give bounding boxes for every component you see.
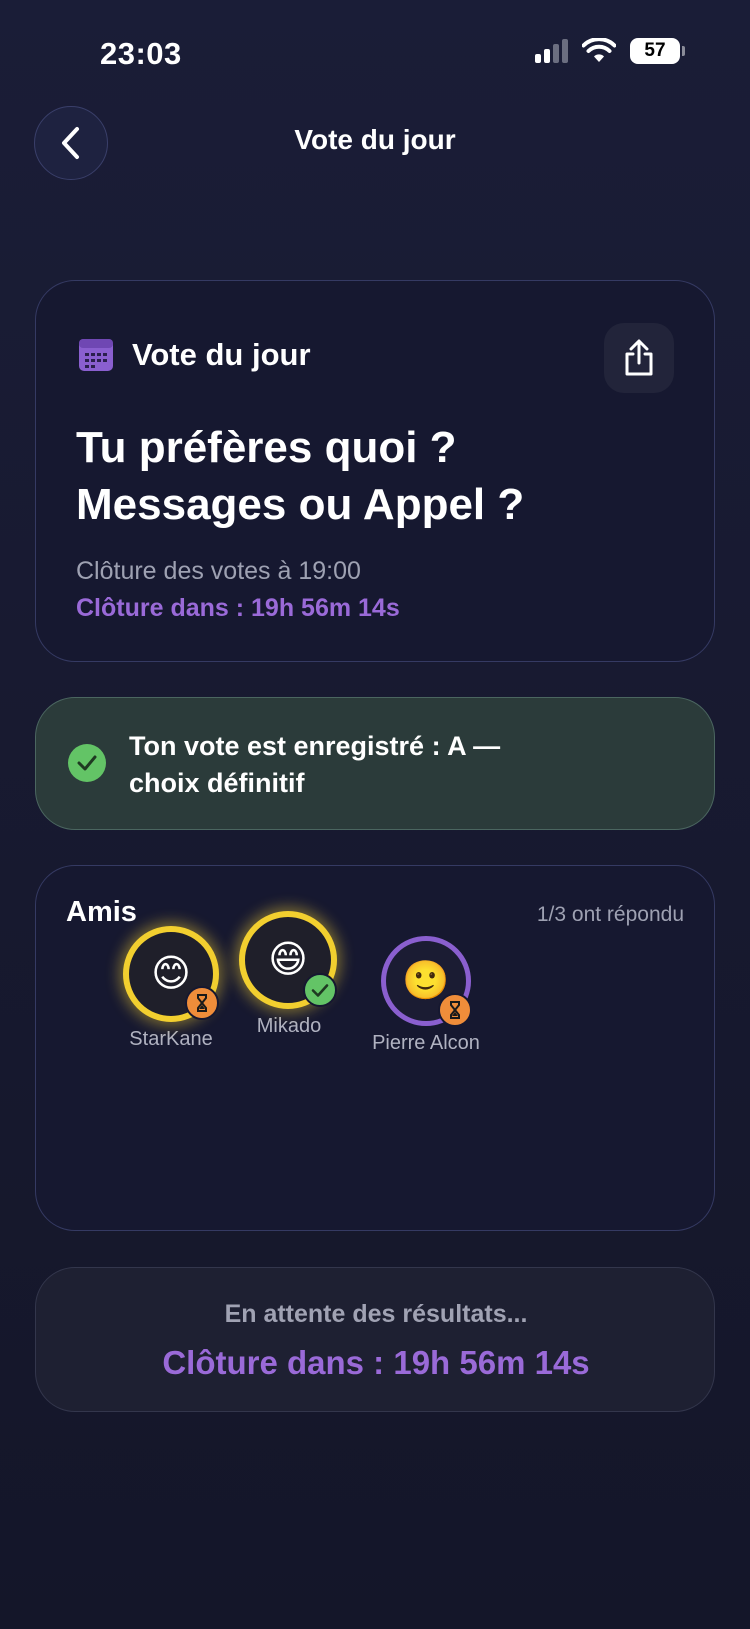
friend-name: Mikado bbox=[256, 1015, 322, 1037]
check-circle-icon bbox=[68, 744, 106, 782]
results-waiting-text: En attente des résultats... bbox=[224, 1300, 528, 1328]
vote-card-header: Vote du jour bbox=[78, 337, 311, 373]
results-card: En attente des résultats... Clôture dans… bbox=[35, 1267, 715, 1412]
vote-countdown: Clôture dans : 19h 56m 14s bbox=[76, 594, 400, 622]
page-title: Vote du jour bbox=[294, 124, 456, 155]
hourglass-icon bbox=[185, 986, 219, 1020]
hourglass-icon bbox=[438, 993, 472, 1027]
confirmation-text: Ton vote est enregistré : A — choix défi… bbox=[129, 728, 549, 802]
vote-card: Vote du jour Tu préfères quoi ? Messages… bbox=[35, 280, 715, 662]
status-time: 23:03 bbox=[100, 36, 182, 71]
status-icons: 57 bbox=[535, 38, 685, 64]
avatar: 😊 bbox=[123, 926, 219, 1022]
friend-item[interactable]: 😊 StarKane bbox=[123, 926, 219, 1051]
vote-confirmation-banner: Ton vote est enregistré : A — choix défi… bbox=[35, 697, 715, 830]
share-icon bbox=[625, 339, 653, 376]
calendar-icon bbox=[79, 339, 113, 371]
friends-response-count: 1/3 ont répondu bbox=[536, 903, 684, 926]
friends-title: Amis bbox=[66, 896, 137, 928]
avatar: 🙂 bbox=[381, 936, 472, 1027]
confirmation-line-1: Ton vote est enregistré : A — bbox=[129, 731, 501, 761]
cellular-signal-icon bbox=[535, 39, 568, 63]
avatar-emoji: 😄 bbox=[268, 939, 308, 981]
friend-item[interactable]: 🙂 Pierre Alcon bbox=[372, 936, 480, 1055]
confirmation-line-2: choix définitif bbox=[129, 768, 305, 798]
friend-name: StarKane bbox=[129, 1028, 213, 1050]
status-bar: 23:03 57 bbox=[0, 0, 750, 110]
check-circle-icon bbox=[303, 973, 337, 1007]
avatar: 😄 bbox=[239, 911, 337, 1009]
friend-item[interactable]: 😄 Mikado bbox=[239, 911, 339, 1038]
share-button[interactable] bbox=[604, 323, 674, 393]
results-countdown: Clôture dans : 19h 56m 14s bbox=[162, 1344, 590, 1381]
question-line-2: Messages ou Appel ? bbox=[76, 480, 525, 529]
avatar-emoji: 🙂 bbox=[402, 960, 450, 1002]
avatar-emoji: 😊 bbox=[151, 953, 191, 995]
wifi-icon bbox=[582, 38, 616, 62]
friend-name: Pierre Alcon bbox=[372, 1032, 480, 1054]
battery-icon: 57 bbox=[630, 38, 685, 64]
vote-question: Tu préfères quoi ? Messages ou Appel ? bbox=[76, 419, 676, 533]
question-line-1: Tu préfères quoi ? bbox=[76, 423, 457, 472]
vote-card-title: Vote du jour bbox=[132, 337, 311, 372]
friends-card: Amis 1/3 ont répondu 😊 StarKane 😄 Mikado… bbox=[35, 865, 715, 1231]
battery-level: 57 bbox=[644, 40, 666, 61]
closing-time: Clôture des votes à 19:00 bbox=[76, 557, 361, 585]
